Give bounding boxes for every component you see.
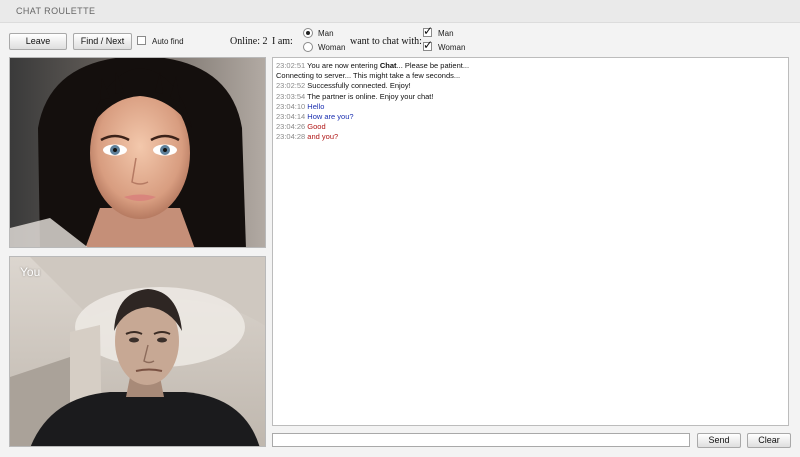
chat-message: 23:04:10 Hello xyxy=(276,102,785,112)
message-text-part: How are you? xyxy=(307,112,354,122)
clear-button[interactable]: Clear xyxy=(747,433,791,448)
message-timestamp: 23:04:10 xyxy=(276,101,306,111)
find-next-button[interactable]: Find / Next xyxy=(73,33,132,50)
send-button[interactable]: Send xyxy=(697,433,741,448)
chat-message: 23:02:52 Successfully connected. Enjoy! xyxy=(276,81,785,91)
message-text-part: Successfully connected. Enjoy! xyxy=(307,81,411,91)
you-label: You xyxy=(20,265,41,279)
i-am-woman-radio[interactable] xyxy=(303,42,313,52)
message-text-part: ... Please be patient... xyxy=(396,61,470,70)
message-text: The partner is online. Enjoy your chat! xyxy=(307,92,433,101)
i-am-man-radio[interactable] xyxy=(303,28,313,38)
message-text-part: Connecting to server... This might take … xyxy=(276,71,461,81)
self-video: You xyxy=(9,256,266,447)
message-text: Good xyxy=(307,122,325,131)
message-text: Hello xyxy=(307,102,324,111)
partner-video xyxy=(9,57,266,248)
want-woman-checkbox[interactable]: ✓ xyxy=(423,38,434,52)
checkmark-icon: ✓ xyxy=(423,24,434,38)
radio-selected-dot xyxy=(306,31,310,35)
auto-find-checkbox[interactable] xyxy=(137,36,146,45)
chat-roulette-app: CHAT ROULETTE Leave Find / Next Auto fin… xyxy=(0,0,800,457)
i-am-woman-label: Woman xyxy=(318,43,346,52)
partner-video-frame xyxy=(10,58,265,247)
app-title: CHAT ROULETTE xyxy=(16,6,96,16)
checkmark-icon: ✓ xyxy=(423,38,434,52)
message-text-part: Good xyxy=(307,122,326,132)
chat-message: 23:04:28 and you? xyxy=(276,132,785,142)
message-text-bold: Chat xyxy=(379,61,397,70)
message-timestamp: 23:04:26 xyxy=(276,122,306,132)
leave-button[interactable]: Leave xyxy=(9,33,67,50)
message-text: Successfully connected. Enjoy! xyxy=(307,81,410,90)
want-man-label: Man xyxy=(438,29,454,38)
want-man-checkbox[interactable]: ✓ xyxy=(423,24,434,38)
chat-message: 23:03:54 The partner is online. Enjoy yo… xyxy=(276,92,785,102)
message-text: Connecting to server... This might take … xyxy=(276,71,460,80)
message-timestamp: 23:02:51 xyxy=(276,61,306,70)
self-video-frame xyxy=(10,257,265,446)
message-text: and you? xyxy=(307,132,338,141)
message-timestamp: 23:03:54 xyxy=(276,91,306,101)
online-count: Online: 2 xyxy=(230,36,268,47)
chat-message: 23:02:51 You are now entering Chat... Pl… xyxy=(276,61,785,71)
message-timestamp: 23:04:28 xyxy=(276,132,306,142)
message-text-part: and you? xyxy=(307,132,339,142)
auto-find-label: Auto find xyxy=(152,37,184,46)
message-text: How are you? xyxy=(307,112,353,121)
i-am-man-label: Man xyxy=(318,29,334,38)
message-input[interactable] xyxy=(272,433,690,447)
chat-log[interactable]: 23:02:51 You are now entering Chat... Pl… xyxy=(272,57,789,426)
message-text-part: Hello xyxy=(307,101,325,111)
header-bar: CHAT ROULETTE xyxy=(0,0,800,23)
message-text: You are now entering Chat... Please be p… xyxy=(307,61,469,70)
chat-message: 23:04:26 Good xyxy=(276,122,785,132)
i-am-label: I am: xyxy=(272,36,293,47)
message-timestamp: 23:04:14 xyxy=(276,112,306,122)
message-text-part: The partner is online. Enjoy your chat! xyxy=(307,91,434,101)
want-chat-with-label: want to chat with: xyxy=(350,36,422,47)
message-text-part: You are now entering xyxy=(307,61,380,70)
chat-message: 23:04:14 How are you? xyxy=(276,112,785,122)
message-timestamp: 23:02:52 xyxy=(276,81,306,91)
chat-message: Connecting to server... This might take … xyxy=(276,71,785,81)
want-woman-label: Woman xyxy=(438,43,466,52)
